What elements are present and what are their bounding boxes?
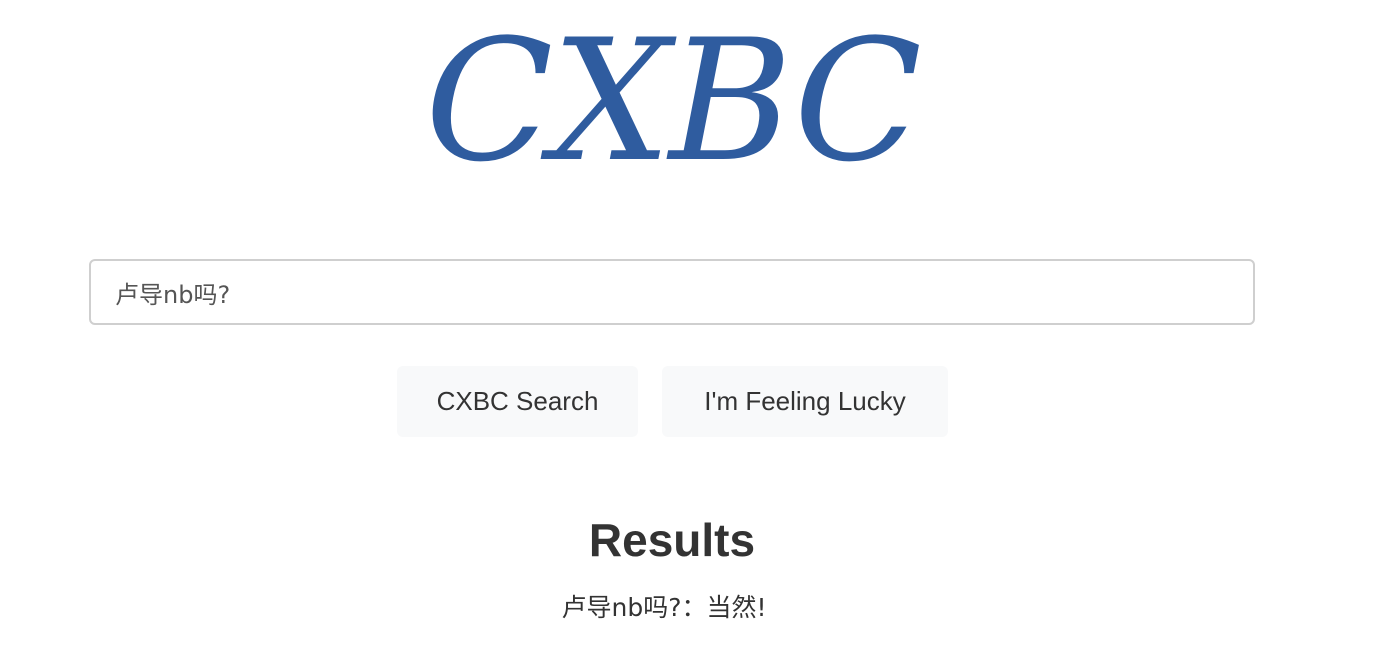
cxbc-logo: CXBC	[380, 8, 965, 193]
result-item: 卢导nb吗?：当然!	[561, 593, 767, 622]
logo-text: CXBC	[424, 2, 922, 199]
search-input[interactable]	[89, 259, 1255, 325]
feeling-lucky-button[interactable]: I'm Feeling Lucky	[662, 366, 948, 437]
results-heading: Results	[588, 514, 756, 566]
cxbc-search-button[interactable]: CXBC Search	[397, 366, 638, 437]
